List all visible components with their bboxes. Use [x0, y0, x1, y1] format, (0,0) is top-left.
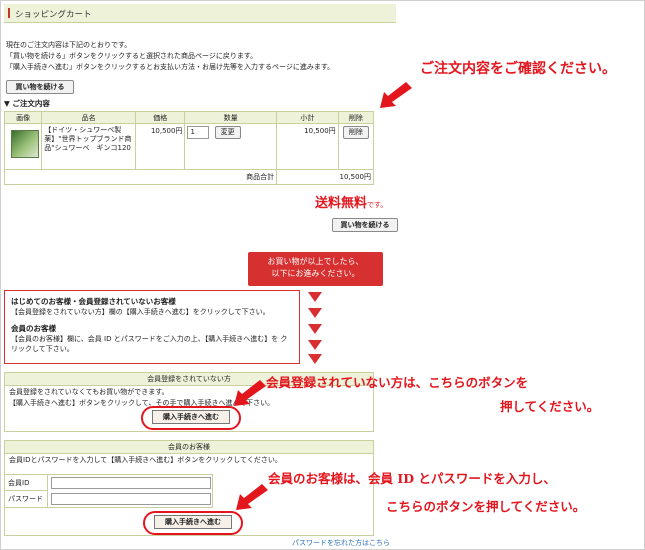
product-subtotal: 10,500円: [276, 123, 339, 170]
continue-shopping-button[interactable]: 買い物を続ける: [6, 80, 74, 94]
order-heading: ▼ ご注文内容: [4, 99, 50, 108]
product-name: 【ドイツ・シュワーベ製薬】"世界トップブランド商品"シュワーベ ギンコ120: [41, 123, 137, 170]
member-info-heading: 会員のお客様: [11, 324, 56, 333]
update-quantity-button[interactable]: 変更: [214, 126, 241, 139]
header-quantity: 数量: [184, 111, 278, 124]
member-panel-line-1: 会員IDとパスワードを入力して【購入手続きへ進む】ボタンをクリックしてください。: [9, 456, 282, 464]
member-id-label: 会員ID: [8, 479, 30, 487]
cart-table: 画像 品名 価格 数量 小計 削除 【ドイツ・シュワーベ製薬】"世界トップブラン…: [3, 111, 375, 185]
free-shipping-suffix: です。: [367, 201, 388, 209]
info-box: はじめてのお客様・会員登録されていないお客様 【会員登録をされていない方】欄の【…: [4, 290, 300, 364]
password-label-cell: パスワード: [5, 491, 48, 507]
total-row: 商品合計 10,500円: [3, 169, 374, 185]
id-label-cell: 会員ID: [5, 475, 48, 491]
title-bar: ショッピングカート: [4, 4, 396, 23]
cart-table-header: 画像 品名 価格 数量 小計 削除: [3, 111, 375, 124]
proceed-notice: お買い物が以上でしたら、 以下にお進みください。: [248, 252, 383, 286]
password-input[interactable]: [51, 493, 211, 505]
down-arrow-icon: [308, 324, 322, 334]
member-checkout-button[interactable]: 購入手続きへ進む: [154, 515, 232, 529]
arrow-icon: [380, 82, 412, 108]
product-price: 10,500円: [135, 123, 186, 170]
proceed-notice-line-2: 以下にお進みください。: [271, 269, 360, 278]
total-value: 10,500円: [276, 169, 374, 185]
intro-line-1: 現在のご注文内容は下記のとおりです。: [6, 41, 132, 49]
member-callout-line-1: 会員のお客様は、会員 ID とパスワードを入力し、: [268, 471, 556, 486]
header-name: 品名: [41, 111, 137, 124]
intro-line-2: 「買い物を続ける」ボタンをクリックすると選択された商品ページに戻ります。: [6, 52, 258, 60]
down-arrow-icon: [308, 340, 322, 350]
member-id-input[interactable]: [51, 477, 211, 489]
down-arrow-icon: [308, 292, 322, 302]
confirm-callout: ご注文内容をご確認ください。: [420, 61, 616, 77]
header-image: 画像: [3, 111, 43, 124]
forgot-password-link[interactable]: パスワードを忘れた方はこちら: [292, 538, 390, 548]
arrow-icon: [234, 380, 266, 406]
member-info-text: 【会員のお客様】欄に、会員 ID とパスワードをご入力の上、【購入手続きへ進む】…: [11, 335, 288, 353]
password-label: パスワード: [8, 495, 43, 503]
guest-info-heading: はじめてのお客様・会員登録されていないお客様: [11, 297, 176, 306]
header-subtotal: 小計: [276, 111, 339, 124]
page-title: ショッピングカート: [15, 10, 92, 20]
member-callout-line-2: こちらのボタンを押してください。: [386, 499, 586, 514]
continue-shopping-button-2[interactable]: 買い物を続ける: [332, 218, 398, 232]
product-image[interactable]: [11, 130, 39, 158]
product-image-cell: [3, 123, 43, 170]
member-panel-header: 会員のお客様: [5, 441, 373, 454]
quantity-cell: 1 変更: [184, 123, 278, 170]
quantity-input[interactable]: 1: [187, 126, 210, 139]
intro-line-3: 「購入手続きへ進む」ボタンをクリックするとお支払い方法・お届け先等を入力するペー…: [6, 63, 335, 71]
guest-info-text: 【会員登録をされていない方】欄の【購入手続きへ進む】をクリックして下さい。: [11, 308, 270, 316]
total-label: 商品合計: [3, 169, 277, 185]
proceed-notice-line-1: お買い物が以上でしたら、: [267, 257, 364, 266]
guest-callout-line-2: 押してください。: [500, 399, 600, 414]
down-arrow-icon: [308, 308, 322, 318]
arrow-icon: [236, 484, 268, 510]
free-shipping-text: 送料無料: [315, 196, 368, 211]
title-accent: [8, 8, 10, 18]
guest-checkout-button[interactable]: 購入手続きへ進む: [152, 410, 230, 424]
guest-callout-line-1: 会員登録されていない方は、こちらのボタンを: [266, 375, 529, 390]
header-price: 価格: [135, 111, 186, 124]
header-delete: 削除: [337, 111, 375, 124]
login-form: 会員ID パスワード: [4, 474, 213, 508]
delete-cell: 削除: [337, 123, 375, 170]
free-shipping-note: 送料無料です。: [315, 192, 387, 211]
delete-button[interactable]: 削除: [342, 126, 369, 139]
down-arrow-icon: [308, 354, 322, 364]
table-row: 【ドイツ・シュワーベ製薬】"世界トップブランド商品"シュワーベ ギンコ120 1…: [3, 123, 375, 170]
